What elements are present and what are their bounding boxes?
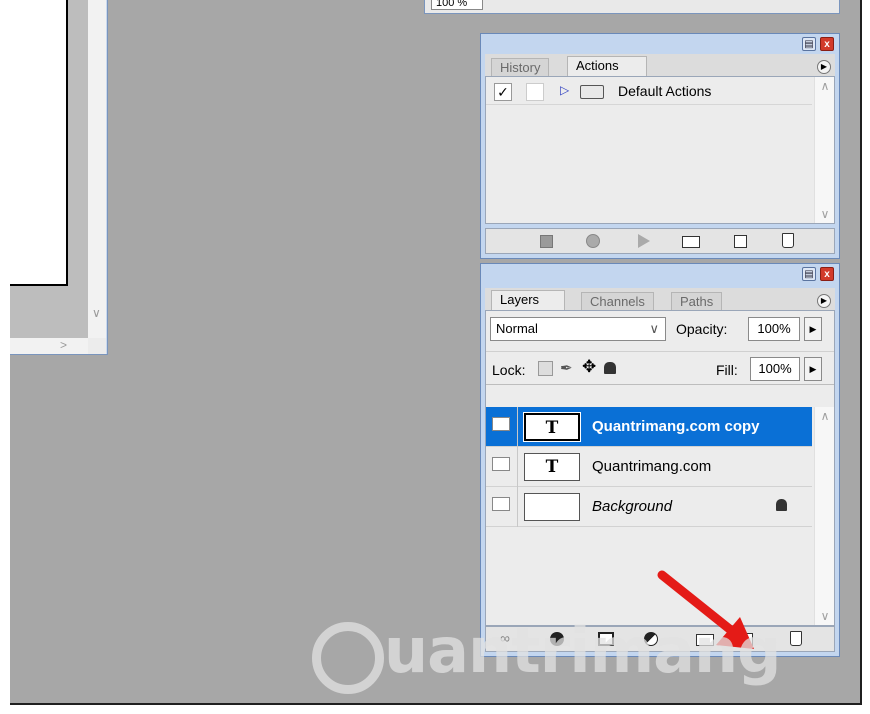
chevron-down-icon[interactable]: ∨ bbox=[92, 306, 101, 320]
panel-menu-icon[interactable]: ▶ bbox=[817, 60, 831, 74]
opacity-label: Opacity: bbox=[676, 321, 728, 337]
layer-thumbnail: T bbox=[524, 453, 580, 481]
document-canvas-area bbox=[10, 0, 88, 338]
lock-brush-icon[interactable]: ✒ bbox=[560, 359, 573, 377]
fill-field[interactable]: 100% bbox=[750, 357, 800, 381]
eye-icon[interactable] bbox=[492, 497, 510, 511]
resize-grip[interactable] bbox=[88, 338, 106, 354]
chevron-down-icon[interactable]: ∨ bbox=[815, 609, 835, 623]
document-window: ∨ > bbox=[10, 0, 108, 355]
lock-transparency-icon[interactable] bbox=[538, 361, 553, 376]
tab-actions[interactable]: Actions bbox=[567, 56, 647, 76]
actions-panel: ▤ x History Actions ▶ ✓ ▷ Default Action… bbox=[480, 33, 840, 259]
tab-layers[interactable]: Layers bbox=[491, 290, 565, 310]
play-icon[interactable] bbox=[638, 234, 650, 248]
lock-row: Lock: ✒ ✥ Fill: 100% ▶ bbox=[486, 351, 834, 385]
status-bar: 100 % bbox=[424, 0, 840, 14]
layer-row[interactable]: T Quantrimang.com bbox=[486, 447, 812, 487]
visibility-cell[interactable] bbox=[486, 487, 518, 527]
toggle-checkbox[interactable]: ✓ bbox=[494, 83, 512, 101]
visibility-cell[interactable] bbox=[486, 407, 518, 447]
layers-scrollbar[interactable]: ∧ ∨ bbox=[814, 407, 834, 625]
visibility-cell[interactable] bbox=[486, 447, 518, 487]
chevron-down-icon: ∨ bbox=[649, 321, 659, 336]
actions-toolbar bbox=[485, 228, 835, 254]
opacity-field[interactable]: 100% bbox=[748, 317, 800, 341]
chevron-up-icon[interactable]: ∧ bbox=[815, 79, 835, 93]
panel-title-bar[interactable]: ▤ x bbox=[481, 34, 839, 54]
lock-icon bbox=[776, 499, 787, 511]
new-set-icon[interactable] bbox=[682, 236, 700, 248]
layers-tab-strip: Layers Channels Paths ▶ bbox=[485, 288, 835, 310]
blend-mode-select[interactable]: Normal ∨ bbox=[490, 317, 666, 341]
panel-menu-icon[interactable]: ▶ bbox=[817, 294, 831, 308]
opacity-slider-button[interactable]: ▶ bbox=[804, 317, 822, 341]
trash-icon[interactable] bbox=[790, 631, 802, 646]
action-set-name: Default Actions bbox=[618, 83, 712, 99]
minimize-icon[interactable]: ▤ bbox=[802, 267, 816, 281]
folder-icon bbox=[580, 85, 604, 99]
chevron-right-icon[interactable]: > bbox=[60, 338, 67, 352]
minimize-icon[interactable]: ▤ bbox=[802, 37, 816, 51]
layer-row[interactable]: T Quantrimang.com copy bbox=[486, 407, 812, 447]
tab-paths[interactable]: Paths bbox=[671, 292, 723, 310]
document-horizontal-scrollbar[interactable]: > bbox=[10, 338, 88, 354]
close-icon[interactable]: x bbox=[820, 37, 834, 51]
record-icon[interactable] bbox=[586, 234, 600, 248]
actions-scrollbar[interactable]: ∧ ∨ bbox=[814, 77, 834, 223]
layer-name[interactable]: Quantrimang.com bbox=[592, 458, 711, 475]
close-icon[interactable]: x bbox=[820, 267, 834, 281]
stop-icon[interactable] bbox=[540, 235, 553, 248]
layer-name[interactable]: Background bbox=[592, 498, 672, 515]
layer-row[interactable]: Background bbox=[486, 487, 812, 527]
action-set-row[interactable]: ✓ ▷ Default Actions bbox=[486, 77, 812, 105]
panel-title-bar[interactable]: ▤ x bbox=[481, 264, 839, 284]
eye-icon[interactable] bbox=[492, 417, 510, 431]
lock-label: Lock: bbox=[492, 362, 526, 378]
chevron-down-icon[interactable]: ∨ bbox=[815, 207, 835, 221]
blend-mode-value: Normal bbox=[496, 321, 538, 336]
zoom-field[interactable]: 100 % bbox=[431, 0, 483, 10]
actions-list: ✓ ▷ Default Actions ∧ ∨ bbox=[485, 76, 835, 224]
eye-icon[interactable] bbox=[492, 457, 510, 471]
tab-channels[interactable]: Channels bbox=[581, 292, 654, 310]
watermark: uantrimang bbox=[310, 612, 782, 702]
watermark-text: uantrimang bbox=[384, 614, 782, 687]
workspace: ∨ > 100 % ▤ x History Actions ▶ ✓ ▷ Defa… bbox=[10, 0, 862, 705]
document-vertical-scrollbar[interactable]: ∨ bbox=[88, 0, 106, 338]
lock-move-icon[interactable]: ✥ bbox=[582, 357, 596, 377]
tab-history[interactable]: History bbox=[491, 58, 550, 76]
new-action-icon[interactable] bbox=[734, 235, 747, 248]
trash-icon[interactable] bbox=[782, 233, 794, 248]
layer-thumbnail bbox=[524, 493, 580, 521]
fill-slider-button[interactable]: ▶ bbox=[804, 357, 822, 381]
lock-all-icon[interactable] bbox=[604, 362, 616, 374]
layer-name[interactable]: Quantrimang.com copy bbox=[592, 418, 760, 435]
expand-triangle-icon[interactable]: ▷ bbox=[560, 83, 569, 97]
dialog-toggle-checkbox[interactable] bbox=[526, 83, 544, 101]
watermark-logo-icon bbox=[312, 622, 384, 694]
chevron-up-icon[interactable]: ∧ bbox=[815, 409, 835, 423]
blend-row: Normal ∨ Opacity: 100% ▶ bbox=[486, 311, 834, 345]
fill-label: Fill: bbox=[716, 362, 738, 378]
actions-tab-strip: History Actions ▶ bbox=[485, 54, 835, 76]
layer-thumbnail: T bbox=[523, 412, 581, 442]
document-canvas[interactable] bbox=[10, 0, 68, 286]
